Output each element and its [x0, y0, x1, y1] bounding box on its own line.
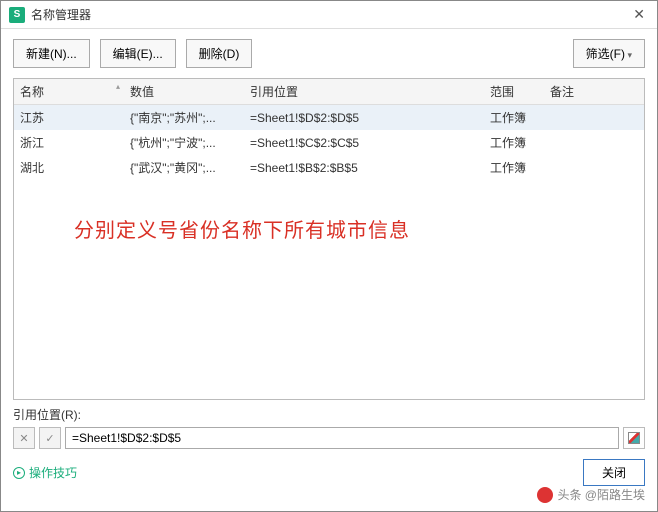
cell-scope: 工作簿 — [484, 130, 544, 155]
edit-button[interactable]: 编辑(E)... — [100, 39, 176, 68]
new-button[interactable]: 新建(N)... — [13, 39, 90, 68]
cell-scope: 工作簿 — [484, 155, 544, 180]
table-row[interactable]: 浙江 {"杭州";"宁波";... =Sheet1!$C$2:$C$5 工作簿 — [14, 130, 644, 155]
tips-label: 操作技巧 — [29, 464, 77, 481]
cell-name: 浙江 — [14, 130, 124, 155]
cell-ref: =Sheet1!$C$2:$C$5 — [244, 130, 484, 155]
cell-name: 江苏 — [14, 105, 124, 131]
col-scope[interactable]: 范围 — [484, 79, 544, 105]
cell-name: 湖北 — [14, 155, 124, 180]
names-grid: 名称▴ 数值 引用位置 范围 备注 江苏 {"南京";"苏州";... =She… — [13, 78, 645, 400]
col-name[interactable]: 名称▴ — [14, 79, 124, 105]
col-value[interactable]: 数值 — [124, 79, 244, 105]
cell-scope: 工作簿 — [484, 105, 544, 131]
window-title: 名称管理器 — [31, 6, 629, 23]
reference-section: 引用位置(R): ✕ ✓ — [1, 400, 657, 449]
filter-button[interactable]: 筛选(F) — [573, 39, 645, 68]
col-ref[interactable]: 引用位置 — [244, 79, 484, 105]
watermark-icon — [537, 487, 553, 503]
cell-value: {"杭州";"宁波";... — [124, 130, 244, 155]
table-row[interactable]: 湖北 {"武汉";"黄冈";... =Sheet1!$B$2:$B$5 工作簿 — [14, 155, 644, 180]
grid-header: 名称▴ 数值 引用位置 范围 备注 — [14, 79, 644, 105]
annotation-text: 分别定义号省份名称下所有城市信息 — [74, 214, 410, 243]
sort-icon: ▴ — [116, 82, 120, 91]
watermark-text: 头条 @陌路生埃 — [557, 486, 645, 503]
close-button[interactable]: 关闭 — [583, 459, 645, 486]
col-note[interactable]: 备注 — [544, 79, 644, 105]
confirm-ref-button[interactable]: ✓ — [39, 427, 61, 449]
cell-value: {"南京";"苏州";... — [124, 105, 244, 131]
tips-link[interactable]: ▸ 操作技巧 — [13, 464, 77, 481]
delete-button[interactable]: 删除(D) — [186, 39, 253, 68]
cell-note — [544, 105, 644, 131]
cell-ref: =Sheet1!$B$2:$B$5 — [244, 155, 484, 180]
table-row[interactable]: 江苏 {"南京";"苏州";... =Sheet1!$D$2:$D$5 工作簿 — [14, 105, 644, 131]
cell-note — [544, 155, 644, 180]
cell-note — [544, 130, 644, 155]
reference-input[interactable] — [65, 427, 619, 449]
reference-label: 引用位置(R): — [13, 406, 645, 423]
watermark: 头条 @陌路生埃 — [537, 486, 645, 503]
titlebar: S 名称管理器 ✕ — [1, 1, 657, 29]
range-picker-icon — [628, 432, 640, 444]
cell-value: {"武汉";"黄冈";... — [124, 155, 244, 180]
cancel-ref-button[interactable]: ✕ — [13, 427, 35, 449]
toolbar: 新建(N)... 编辑(E)... 删除(D) 筛选(F) — [1, 29, 657, 78]
range-picker-button[interactable] — [623, 427, 645, 449]
cell-ref: =Sheet1!$D$2:$D$5 — [244, 105, 484, 131]
app-logo-icon: S — [9, 7, 25, 23]
close-icon[interactable]: ✕ — [629, 6, 649, 23]
play-icon: ▸ — [13, 467, 25, 479]
